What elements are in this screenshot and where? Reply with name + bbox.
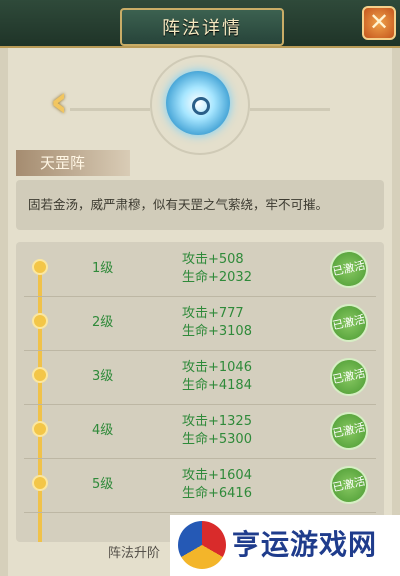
level-dot [32, 313, 48, 329]
life-bonus: 生命+6416 [182, 486, 252, 501]
life-bonus: 生命+3108 [182, 324, 252, 339]
close-button[interactable]: ✕ [362, 6, 396, 40]
level-stats: 攻击+777 生命+3108 [182, 305, 252, 341]
formation-icon [166, 71, 230, 135]
attack-bonus: 攻击+777 [182, 306, 244, 321]
level-list: 1级 攻击+508 生命+2032 已激活 2级 攻击+777 生命+3108 … [16, 242, 384, 542]
level-dot [32, 475, 48, 491]
level-row-4: 4级 攻击+1325 生命+5300 已激活 [24, 404, 376, 459]
decor-wing-right [250, 108, 330, 111]
level-row-2: 2级 攻击+777 生命+3108 已激活 [24, 296, 376, 351]
level-label: 2级 [92, 315, 114, 330]
title-bar: 阵法详情 ✕ [0, 0, 400, 48]
watermark-text: 亨运游戏网 [232, 528, 378, 561]
activated-badge: 已激活 [326, 354, 372, 400]
level-label: 4级 [92, 423, 114, 438]
attack-bonus: 攻击+508 [182, 252, 244, 267]
level-label: 1级 [92, 261, 114, 276]
life-bonus: 生命+2032 [182, 270, 252, 285]
watermark: 亨运游戏网 [170, 515, 400, 576]
decor-wing-left [70, 108, 150, 111]
upgrade-hint: 阵法升阶 [108, 546, 161, 561]
formation-emblem [150, 55, 250, 155]
level-dot [32, 259, 48, 275]
level-row-1: 1级 攻击+508 生命+2032 已激活 [24, 242, 376, 297]
level-stats: 攻击+1046 生命+4184 [182, 359, 252, 395]
formation-description: 固若金汤，威严肃穆，似有天罡之气萦绕，牢不可摧。 [16, 180, 384, 230]
attack-bonus: 攻击+1325 [182, 414, 252, 429]
attack-bonus: 攻击+1604 [182, 468, 252, 483]
title-plate: 阵法详情 [120, 8, 284, 46]
level-stats: 攻击+1325 生命+5300 [182, 413, 252, 449]
game-window: 阵法详情 ✕ ‹ 天罡阵 固若金汤，威严肃穆，似有天罡之气萦绕，牢不可摧。 1级… [0, 0, 400, 576]
level-row-5: 5级 攻击+1604 生命+6416 已激活 [24, 458, 376, 513]
close-icon: ✕ [368, 8, 390, 36]
level-stats: 攻击+508 生命+2032 [182, 251, 252, 287]
watermark-logo-icon [178, 521, 226, 569]
attack-bonus: 攻击+1046 [182, 360, 252, 375]
emblem-core [192, 97, 210, 115]
level-row-3: 3级 攻击+1046 生命+4184 已激活 [24, 350, 376, 405]
level-dot [32, 421, 48, 437]
activated-badge: 已激活 [326, 408, 372, 454]
life-bonus: 生命+4184 [182, 378, 252, 393]
activated-badge: 已激活 [326, 462, 372, 508]
formation-name: 天罡阵 [16, 150, 130, 176]
level-label: 5级 [92, 477, 114, 492]
level-dot [32, 367, 48, 383]
level-stats: 攻击+1604 生命+6416 [182, 467, 252, 503]
window-title: 阵法详情 [162, 18, 242, 39]
activated-badge: 已激活 [326, 300, 372, 346]
activated-badge: 已激活 [326, 246, 372, 292]
back-arrow-icon[interactable]: ‹ [50, 80, 80, 124]
life-bonus: 生命+5300 [182, 432, 252, 447]
level-label: 3级 [92, 369, 114, 384]
